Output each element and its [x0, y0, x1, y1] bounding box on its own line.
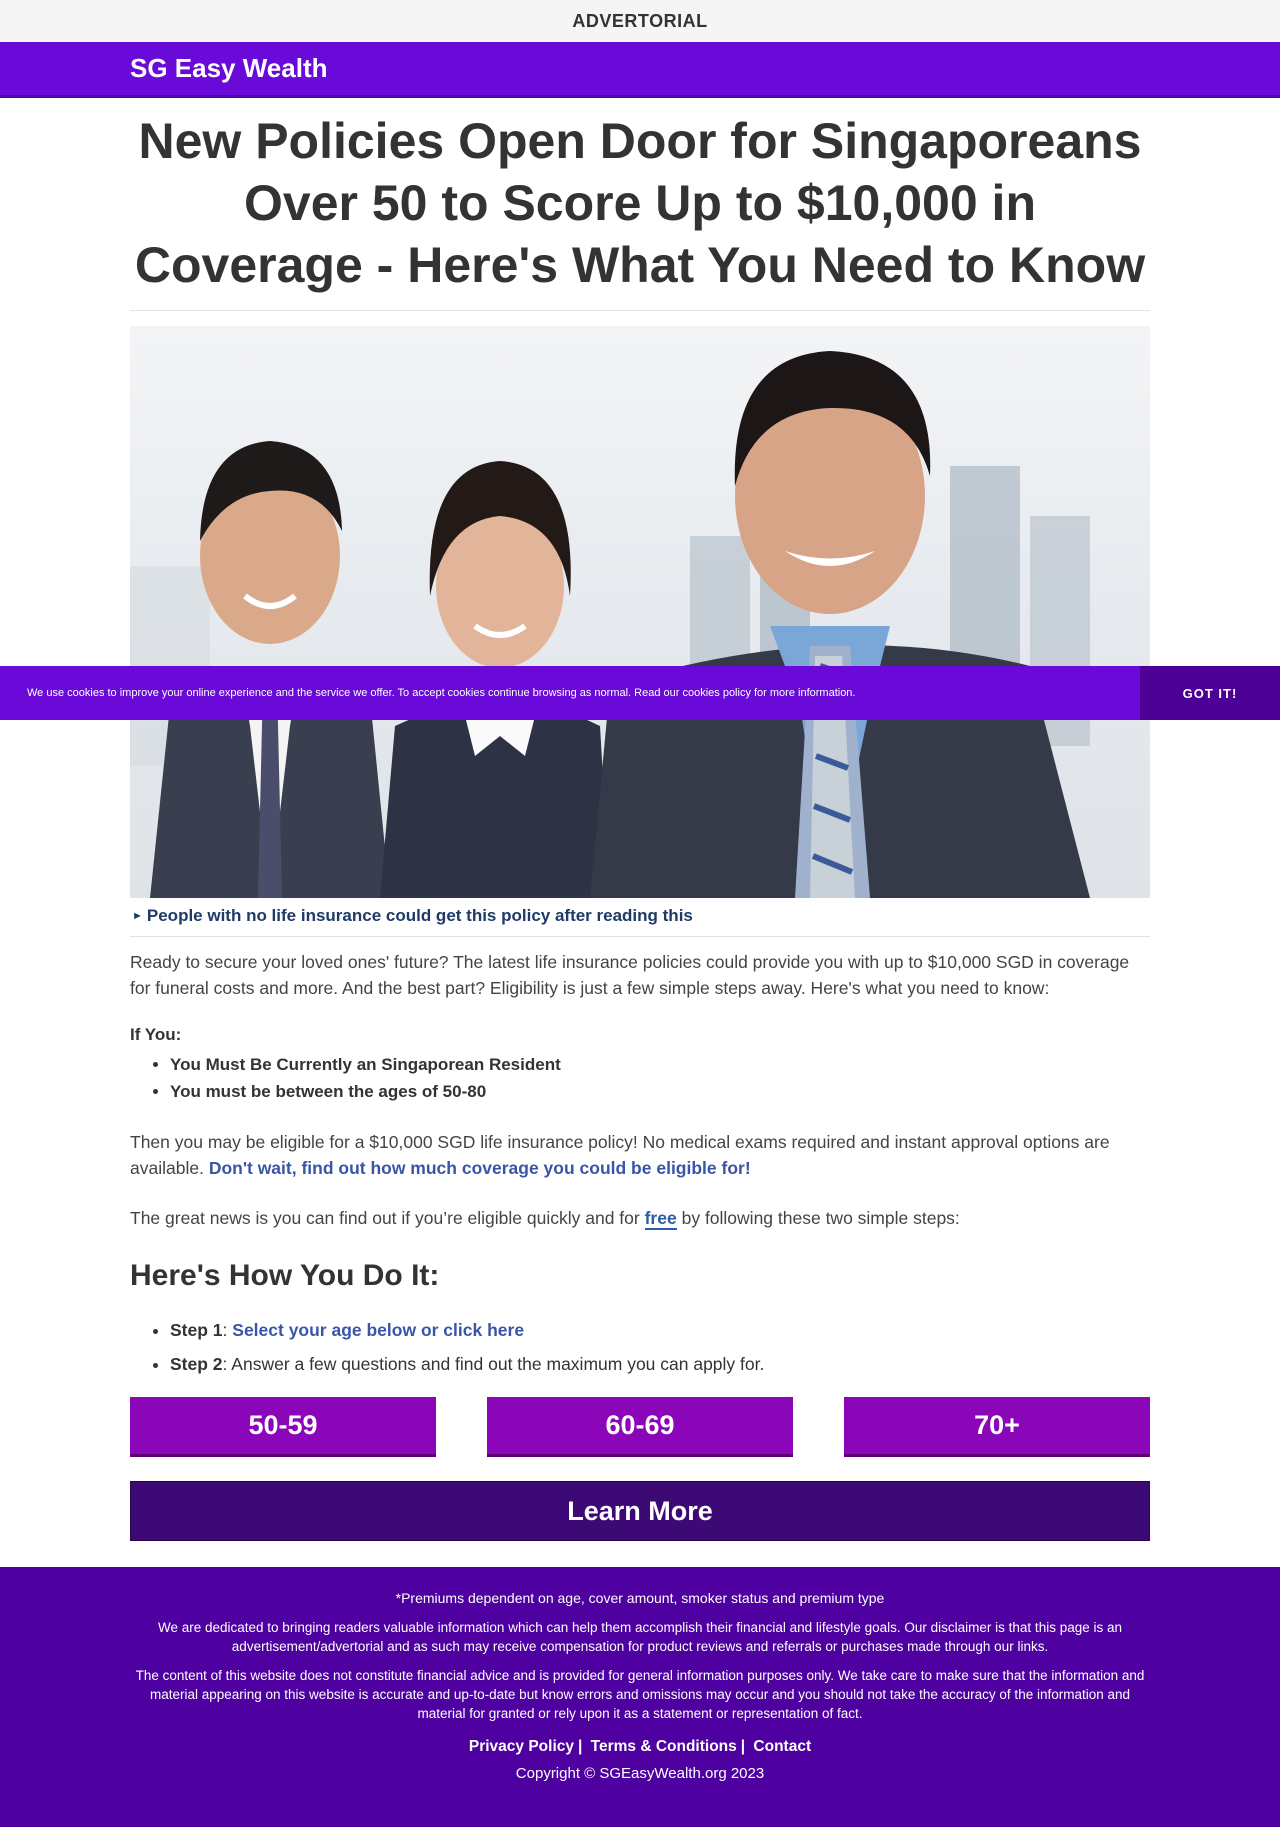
cookie-accept-button[interactable]: GOT IT! — [1140, 666, 1280, 720]
learn-more-button[interactable]: Learn More — [130, 1481, 1150, 1541]
steps-list: Step 1: Select your age below or click h… — [170, 1313, 1150, 1381]
advertorial-label: ADVERTORIAL — [0, 0, 1280, 42]
terms-link[interactable]: Terms & Conditions — [591, 1738, 737, 1755]
howto-heading: Here's How You Do It: — [130, 1259, 440, 1292]
copyright: Copyright © SGEasyWealth.org 2023 — [515, 1765, 765, 1782]
age-button-row: 50-59 60-69 70+ — [130, 1397, 1150, 1457]
intro-paragraph: Ready to secure your loved ones' future?… — [130, 952, 1130, 998]
step-item: Step 1: Select your age below or click h… — [170, 1313, 1150, 1347]
hero-image[interactable] — [130, 326, 1150, 898]
premiums-note: *Premiums dependent on age, cover amount… — [395, 1590, 885, 1606]
cookie-banner: We use cookies to improve your online ex… — [0, 666, 1280, 720]
financial-advice-disclaimer: The content of this website does not con… — [135, 1668, 1145, 1721]
article: New Policies Open Door for Singaporeans … — [130, 110, 1150, 1541]
requirement-item: You Must Be Currently an Singaporean Res… — [170, 1051, 1150, 1078]
triangle-icon: ► — [132, 910, 143, 922]
brand-header: SG Easy Wealth — [0, 42, 1280, 98]
great-news-text-end: by following these two simple steps: — [681, 1208, 960, 1228]
privacy-policy-link[interactable]: Privacy Policy — [469, 1738, 574, 1755]
requirement-item: You must be between the ages of 50-80 — [170, 1078, 1150, 1105]
business-people-illustration — [130, 351, 1090, 898]
eligible-paragraph: Then you may be eligible for a $10,000 S… — [130, 1129, 1150, 1181]
link-separator: | — [578, 1738, 583, 1755]
disclaimer-text: We are dedicated to bringing readers val… — [157, 1620, 1122, 1654]
great-news-paragraph: The great news is you can find out if yo… — [130, 1205, 1150, 1231]
select-age-link[interactable]: Select your age below or click here — [232, 1320, 524, 1340]
link-separator: | — [740, 1738, 746, 1755]
footer: *Premiums dependent on age, cover amount… — [0, 1567, 1280, 1827]
caption-text: People with no life insurance could get … — [146, 906, 693, 925]
step-label: Step 2 — [170, 1354, 223, 1374]
age-button-50-59[interactable]: 50-59 — [130, 1397, 436, 1457]
step-label: Step 1 — [170, 1320, 223, 1340]
contact-link[interactable]: Contact — [753, 1738, 811, 1755]
eligibility-link[interactable]: Don't wait, find out how much coverage y… — [209, 1158, 751, 1178]
step-item: Step 2: Answer a few questions and find … — [170, 1347, 1150, 1381]
image-caption: ► People with no life insurance could get… — [130, 906, 1150, 937]
step-text: Answer a few questions and find out the … — [231, 1354, 765, 1374]
cookie-message: We use cookies to improve your online ex… — [27, 687, 856, 699]
brand-logo-text[interactable]: SG Easy Wealth — [130, 53, 328, 83]
free-link[interactable]: free — [644, 1208, 677, 1230]
footer-links: Privacy Policy | Terms & Conditions | Cont… — [130, 1737, 1150, 1756]
age-button-60-69[interactable]: 60-69 — [487, 1397, 793, 1457]
requirements-list: You Must Be Currently an Singaporean Res… — [170, 1051, 1150, 1105]
if-you-label: If You: — [130, 1025, 182, 1044]
great-news-text: The great news is you can find out if yo… — [130, 1208, 640, 1228]
article-headline: New Policies Open Door for Singaporeans … — [130, 110, 1150, 311]
age-button-70-plus[interactable]: 70+ — [844, 1397, 1150, 1457]
